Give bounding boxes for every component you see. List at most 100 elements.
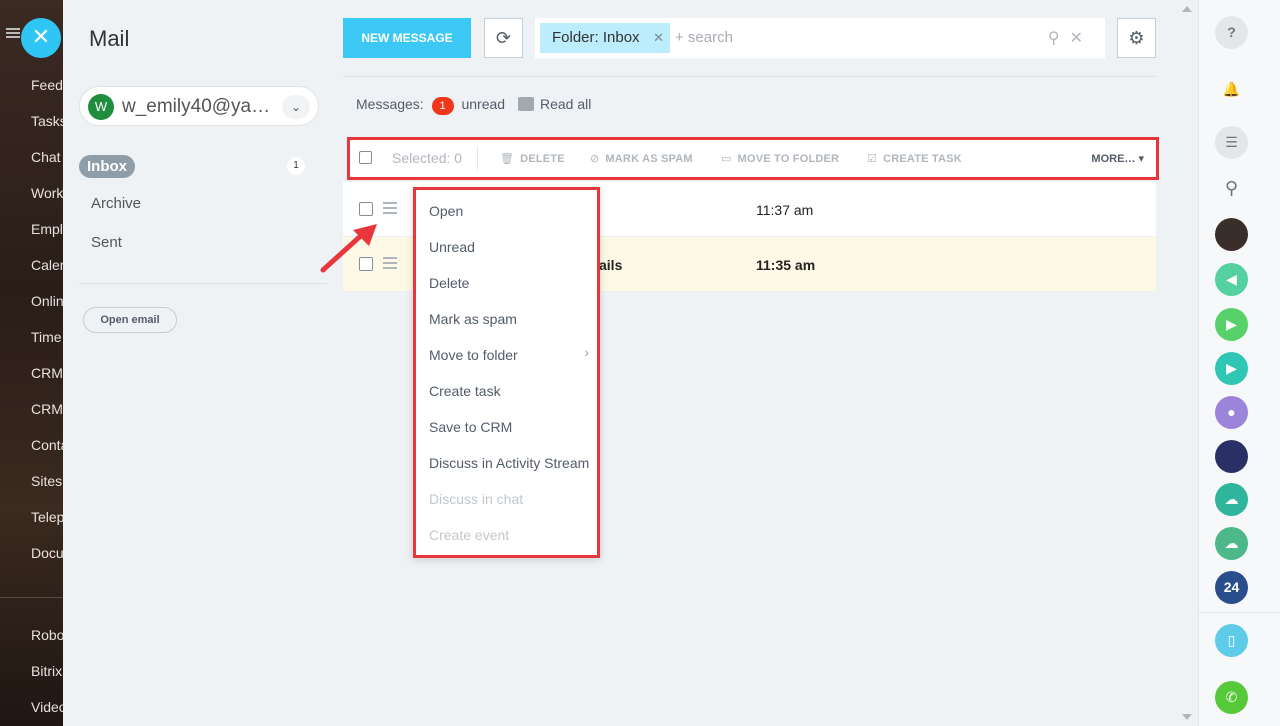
menu-icon[interactable] xyxy=(6,28,20,38)
left-navigation: Feed Tasks Chat Workgroups Employees Cal… xyxy=(0,0,63,726)
mail-panel: Mail W w_emily40@ya… ⌄ Inbox 1 Archive S… xyxy=(63,0,1198,726)
right-sidebar: ? 🔔 ☰ ⚲ ◀ ▶ ▶ ● ☁ ☁ 24 ▯ ✆ xyxy=(1198,0,1280,726)
nav-item-online[interactable]: Online xyxy=(31,293,63,309)
refresh-button[interactable]: ⟳ xyxy=(484,18,523,58)
user-icon[interactable]: ● xyxy=(1215,396,1248,429)
video-call-icon[interactable]: ▶ xyxy=(1215,308,1248,341)
cloud-icon[interactable]: ☁ xyxy=(1215,527,1248,560)
search-input[interactable]: + search xyxy=(675,29,733,46)
select-all-checkbox[interactable] xyxy=(359,151,372,164)
menu-item-discuss-activity-stream[interactable]: Discuss in Activity Stream xyxy=(429,455,589,471)
settings-button[interactable]: ⚙ xyxy=(1117,18,1156,58)
row-menu-icon[interactable] xyxy=(383,257,397,269)
nav-item-crm[interactable]: CRM xyxy=(31,365,63,381)
phone-icon[interactable]: ✆ xyxy=(1215,681,1248,714)
create-task-action[interactable]: ☑ CREATE TASK xyxy=(867,152,962,165)
chat-bubble-icon xyxy=(518,97,534,111)
folder-inbox-count: 1 xyxy=(287,157,305,175)
nav-item-employees[interactable]: Employees xyxy=(31,221,63,237)
nav-item-tasks[interactable]: Tasks xyxy=(31,113,63,129)
nav-item-telephony[interactable]: Telephony xyxy=(31,509,63,525)
menu-item-move-to-folder[interactable]: Move to folder xyxy=(429,347,518,363)
nav-item-feed[interactable]: Feed xyxy=(31,77,63,93)
bell-icon[interactable]: 🔔 xyxy=(1215,73,1248,106)
close-icon: ✕ xyxy=(31,24,51,49)
search-icon[interactable]: ⚲ xyxy=(1048,30,1070,47)
menu-item-delete[interactable]: Delete xyxy=(429,275,469,291)
read-all-button[interactable]: Read all xyxy=(518,96,591,112)
new-message-button[interactable]: NEW MESSAGE xyxy=(343,18,471,58)
menu-item-unread[interactable]: Unread xyxy=(429,239,475,255)
nav-item-calendar[interactable]: Calendar xyxy=(31,257,63,273)
nav-item-robots[interactable]: Robots xyxy=(31,627,63,643)
chevron-down-icon[interactable]: ⌄ xyxy=(282,95,310,119)
avatar[interactable] xyxy=(1215,218,1248,251)
trash-icon: 🗑 xyxy=(500,153,515,165)
refresh-icon: ⟳ xyxy=(495,28,512,48)
scroll-up-icon[interactable] xyxy=(1182,6,1192,12)
account-email: w_emily40@ya… xyxy=(122,96,271,117)
chat-icon[interactable]: ☰ xyxy=(1215,126,1248,159)
search-bar[interactable]: Folder: Inbox ✕ + search ⚲✕ xyxy=(535,18,1105,58)
account-selector[interactable]: W w_emily40@ya… ⌄ xyxy=(79,86,319,126)
filter-chip-label: Folder: Inbox xyxy=(552,29,640,46)
filter-chip[interactable]: Folder: Inbox ✕ xyxy=(540,23,670,53)
nav-item-contacts[interactable]: Contacts xyxy=(31,437,63,453)
page-title: Mail xyxy=(89,26,130,51)
row-time: 11:35 am xyxy=(756,257,816,273)
mark-as-spam-action[interactable]: ⊘ MARK AS SPAM xyxy=(590,152,693,165)
row-menu-icon[interactable] xyxy=(383,202,397,214)
megaphone-icon[interactable]: ◀ xyxy=(1215,263,1248,296)
more-label: MORE… xyxy=(1091,153,1136,165)
open-email-button[interactable]: Open email xyxy=(83,307,177,333)
nav-item-bitrix[interactable]: Bitrix xyxy=(31,663,62,679)
folder-inbox[interactable]: Inbox xyxy=(79,155,135,178)
clear-search-icon[interactable]: ✕ xyxy=(1070,30,1093,47)
more-actions-button[interactable]: MORE… ▾ xyxy=(1091,152,1144,165)
help-icon[interactable]: ? xyxy=(1215,16,1248,49)
cloud-icon[interactable]: ☁ xyxy=(1215,483,1248,516)
unread-count-badge: 1 xyxy=(431,97,454,115)
nav-item-crm-2[interactable]: CRM xyxy=(31,401,63,417)
unread-label[interactable]: unread xyxy=(461,96,505,112)
close-slider-button[interactable]: ✕ xyxy=(21,18,61,58)
search-icon[interactable]: ⚲ xyxy=(1215,172,1248,205)
bitrix24-icon[interactable]: 24 xyxy=(1215,571,1248,604)
move-to-folder-action[interactable]: ▭ MOVE TO FOLDER xyxy=(721,152,839,165)
spam-label: MARK AS SPAM xyxy=(605,153,693,165)
menu-item-open[interactable]: Open xyxy=(429,203,463,219)
move-label: MOVE TO FOLDER xyxy=(737,153,840,165)
annotation-arrow-icon xyxy=(320,224,377,273)
selected-count: Selected: 0 xyxy=(392,150,463,166)
menu-item-mark-as-spam[interactable]: Mark as spam xyxy=(429,311,517,327)
row-checkbox[interactable] xyxy=(359,202,373,216)
video-conference-icon[interactable]: ▶ xyxy=(1215,352,1248,385)
menu-item-save-to-crm[interactable]: Save to CRM xyxy=(429,419,512,435)
row-time: 11:37 am xyxy=(756,202,814,218)
delete-label: DELETE xyxy=(520,153,565,165)
folder-icon: ▭ xyxy=(721,153,732,165)
scroll-down-icon[interactable] xyxy=(1182,714,1192,720)
nav-item-time[interactable]: Time xyxy=(31,329,62,345)
nav-item-video[interactable]: Video xyxy=(31,699,63,715)
nav-item-documents[interactable]: Documents xyxy=(31,545,63,561)
remove-filter-icon[interactable]: ✕ xyxy=(653,23,664,53)
chevron-right-icon: › xyxy=(584,344,589,360)
gear-icon: ⚙ xyxy=(1128,28,1145,48)
nav-item-workgroups[interactable]: Workgroups xyxy=(31,185,63,201)
phone-device-icon[interactable]: ▯ xyxy=(1215,624,1248,657)
nav-divider xyxy=(0,597,63,598)
folder-archive[interactable]: Archive xyxy=(91,195,141,212)
block-icon: ⊘ xyxy=(590,153,600,165)
bulk-actions-toolbar: Selected: 0 🗑 DELETE ⊘ MARK AS SPAM ▭ MOVE … xyxy=(347,137,1159,180)
nav-item-chat[interactable]: Chat xyxy=(31,149,61,165)
avatar[interactable] xyxy=(1215,440,1248,473)
row-subject[interactable]: ails xyxy=(599,257,622,273)
folder-sent[interactable]: Sent xyxy=(91,234,122,251)
menu-item-create-event: Create event xyxy=(429,527,510,543)
menu-item-create-task[interactable]: Create task xyxy=(429,383,501,399)
nav-item-sites[interactable]: Sites xyxy=(31,473,62,489)
scrollbar[interactable] xyxy=(1178,0,1198,726)
read-all-label: Read all xyxy=(540,96,592,112)
delete-action[interactable]: 🗑 DELETE xyxy=(500,152,565,165)
